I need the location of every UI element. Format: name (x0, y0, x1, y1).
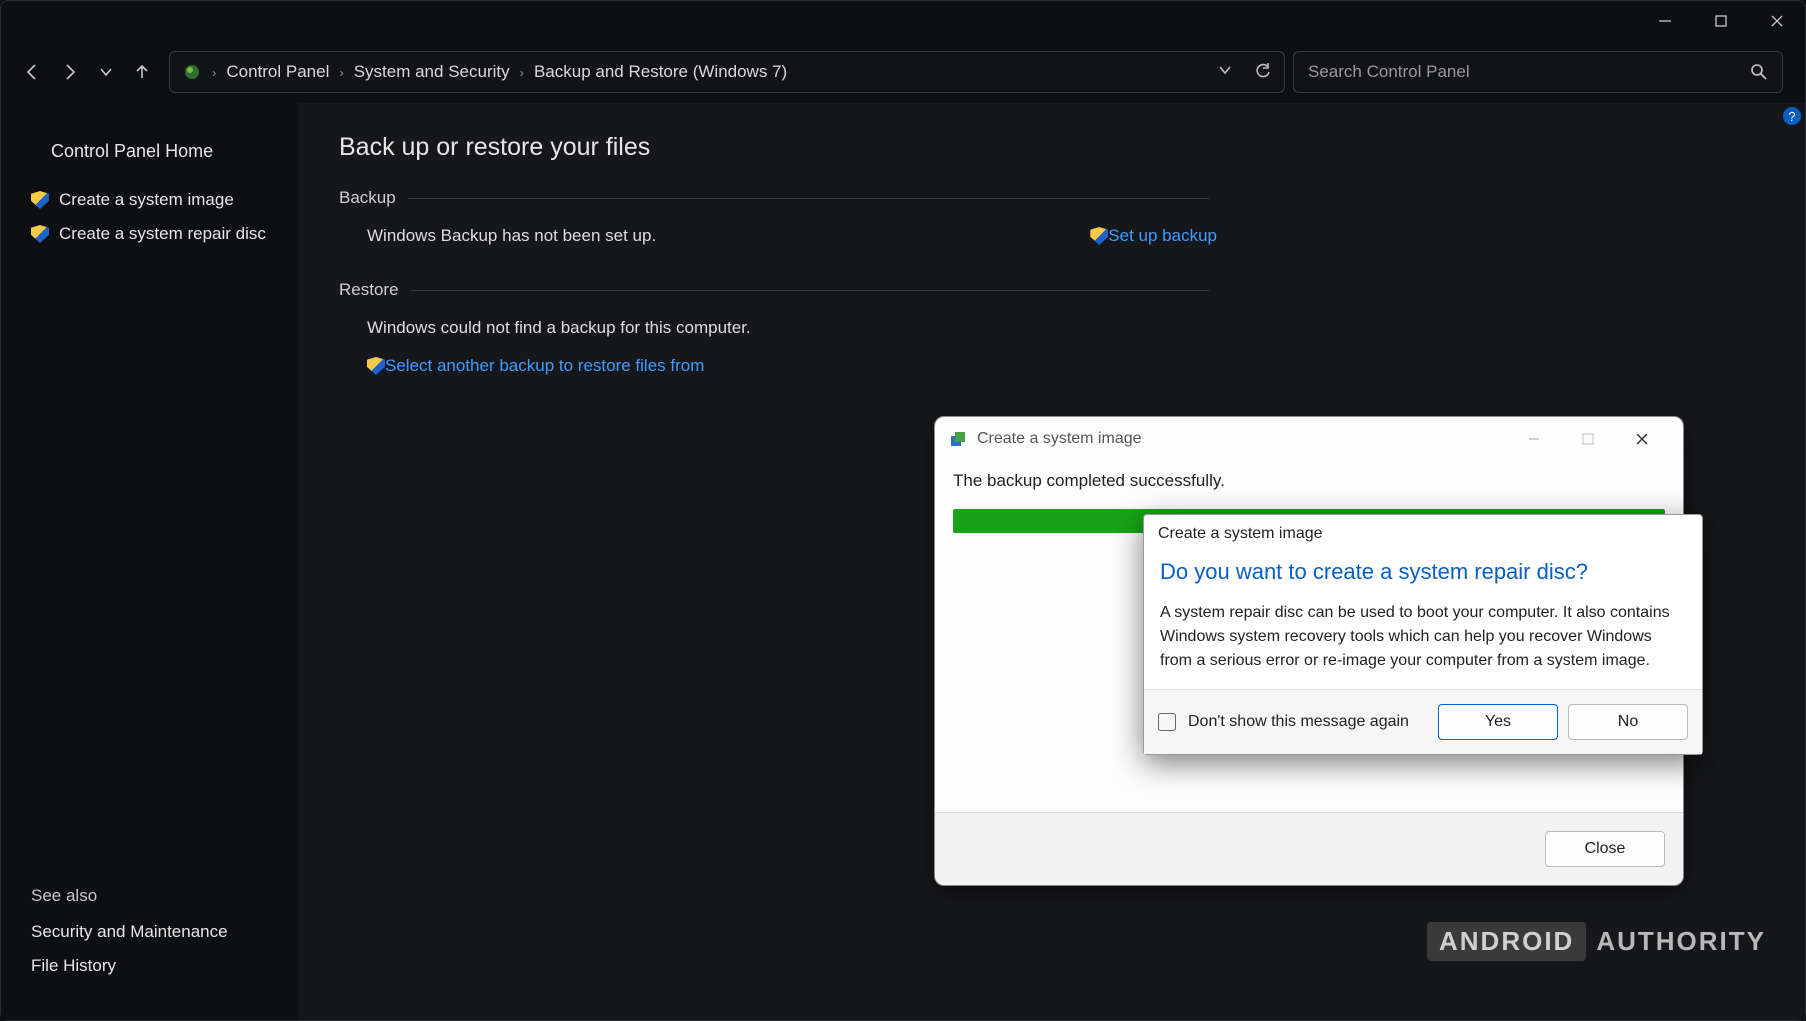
dialog-title: Create a system image (977, 430, 1142, 448)
close-button[interactable] (1749, 1, 1805, 41)
minimize-button[interactable] (1637, 1, 1693, 41)
recent-dropdown[interactable] (99, 65, 113, 79)
link-label: Set up backup (1108, 226, 1217, 246)
search-input[interactable]: Search Control Panel (1293, 51, 1783, 93)
shield-icon (367, 357, 385, 375)
link-label: Select another backup to restore files f… (385, 356, 704, 376)
close-button-dialog[interactable]: Close (1545, 831, 1665, 867)
prompt-body-text: A system repair disc can be used to boot… (1160, 601, 1686, 673)
no-button[interactable]: No (1568, 704, 1688, 740)
address-dropdown[interactable] (1218, 63, 1232, 81)
dialog-maximize-button (1561, 421, 1615, 457)
dont-show-again-checkbox[interactable]: Don't show this message again (1158, 713, 1409, 731)
watermark-text: AUTHORITY (1596, 926, 1766, 957)
address-bar[interactable]: › Control Panel › System and Security › … (169, 51, 1285, 93)
breadcrumb-leaf[interactable]: Backup and Restore (Windows 7) (534, 62, 787, 82)
backup-wizard-icon (949, 430, 967, 448)
dialog-close-button[interactable] (1615, 421, 1669, 457)
sidebar-create-repair-disc[interactable]: Create a system repair disc (31, 224, 299, 244)
up-button[interactable] (133, 63, 151, 81)
watermark: ANDROID AUTHORITY (1427, 922, 1766, 961)
checkbox-label: Don't show this message again (1188, 713, 1409, 731)
breadcrumb: › Control Panel › System and Security › … (212, 62, 787, 82)
see-also-file-history[interactable]: File History (31, 956, 299, 976)
page-title: Back up or restore your files (339, 133, 1765, 162)
see-also-security[interactable]: Security and Maintenance (31, 922, 299, 942)
repair-disc-prompt-dialog: Create a system image Do you want to cre… (1143, 514, 1703, 755)
setup-backup-link[interactable]: Set up backup (1090, 226, 1217, 246)
search-placeholder: Search Control Panel (1308, 62, 1470, 82)
help-icon[interactable]: ? (1783, 107, 1801, 125)
restore-section-header: Restore (339, 280, 1209, 300)
sidebar-create-system-image[interactable]: Create a system image (31, 190, 299, 210)
sidebar-item-label: Create a system image (59, 190, 234, 210)
backup-section-header: Backup (339, 188, 1209, 208)
checkbox-icon (1158, 713, 1176, 731)
backup-status-text: Windows Backup has not been set up. (367, 226, 656, 246)
refresh-button[interactable] (1254, 63, 1272, 81)
back-button[interactable] (23, 63, 41, 81)
maximize-button[interactable] (1693, 1, 1749, 41)
prompt-heading: Do you want to create a system repair di… (1160, 559, 1686, 585)
watermark-box: ANDROID (1427, 922, 1586, 961)
location-icon (182, 62, 202, 82)
window-titlebar (1, 1, 1805, 41)
breadcrumb-root[interactable]: Control Panel (226, 62, 329, 82)
control-panel-home-link[interactable]: Control Panel Home (51, 141, 299, 162)
sidebar-item-label: Create a system repair disc (59, 224, 266, 244)
dialog-minimize-button[interactable] (1507, 421, 1561, 457)
select-another-backup-link[interactable]: Select another backup to restore files f… (367, 356, 704, 376)
prompt-title: Create a system image (1144, 515, 1702, 553)
backup-complete-message: The backup completed successfully. (953, 471, 1665, 491)
shield-icon (31, 225, 49, 243)
navigation-bar: › Control Panel › System and Security › … (1, 41, 1805, 103)
shield-icon (31, 191, 49, 209)
see-also-heading: See also (31, 886, 299, 906)
forward-button[interactable] (61, 63, 79, 81)
shield-icon (1090, 227, 1108, 245)
restore-status-text: Windows could not find a backup for this… (367, 318, 1765, 338)
yes-button[interactable]: Yes (1438, 704, 1558, 740)
search-icon (1750, 63, 1768, 81)
sidebar: Control Panel Home Create a system image… (1, 103, 299, 1020)
breadcrumb-mid[interactable]: System and Security (354, 62, 510, 82)
